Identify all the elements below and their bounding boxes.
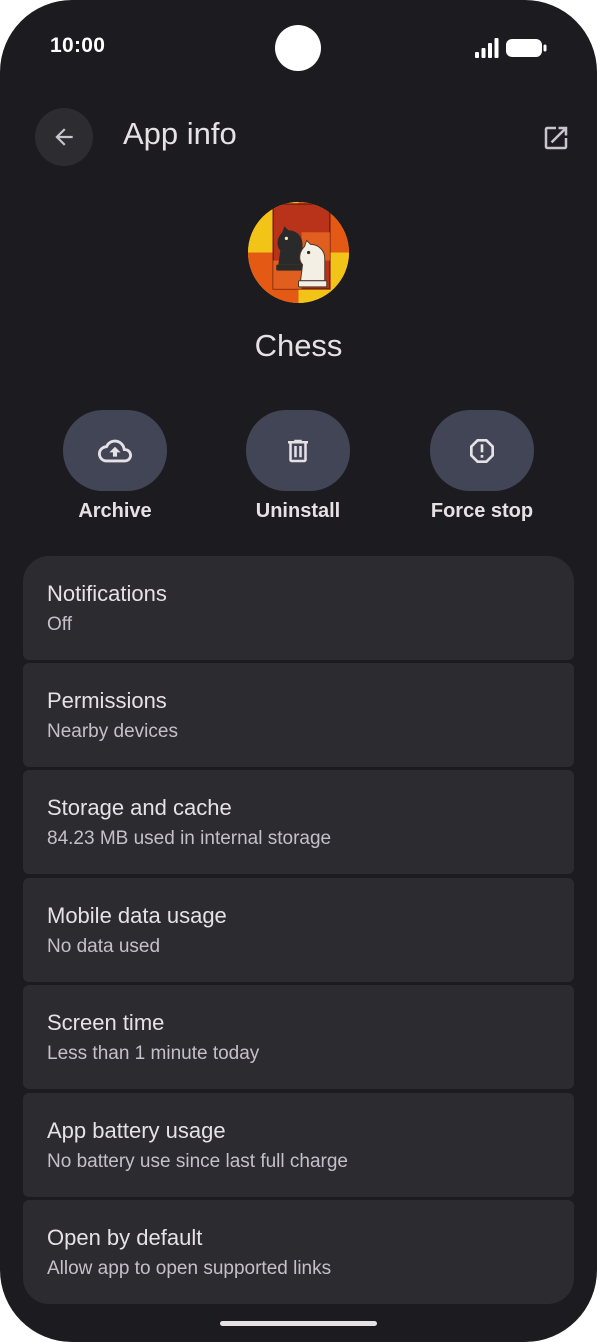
uninstall-button[interactable] xyxy=(246,410,350,491)
archive-button[interactable] xyxy=(63,410,167,491)
item-title: App battery usage xyxy=(47,1118,226,1143)
phone-screen: 10:00 App info Chess Archive Uninstall F… xyxy=(0,0,597,1342)
arrow-back-icon xyxy=(55,128,73,146)
settings-item-permissions[interactable]: Permissions Nearby devices xyxy=(23,663,574,767)
archive-action: Archive xyxy=(25,410,205,530)
cloud-upload-icon xyxy=(98,439,132,462)
trash-icon xyxy=(288,439,308,462)
camera-cutout xyxy=(275,25,321,71)
item-title: Open by default xyxy=(47,1225,203,1250)
item-subtitle: Allow app to open supported links xyxy=(47,1258,332,1279)
force-stop-action: Force stop xyxy=(392,410,572,530)
item-title: Screen time xyxy=(47,1010,165,1035)
back-button[interactable] xyxy=(35,108,93,166)
status-bar: 10:00 xyxy=(0,0,597,96)
settings-item-battery[interactable]: App battery usage No battery use since l… xyxy=(23,1093,574,1197)
archive-label: Archive xyxy=(78,500,152,522)
settings-item-notifications[interactable]: Notifications Off xyxy=(23,556,574,660)
stop-octagon-icon xyxy=(470,438,494,463)
force-stop-button[interactable] xyxy=(430,410,534,491)
item-title: Mobile data usage xyxy=(47,903,227,928)
item-subtitle: Off xyxy=(47,614,72,635)
open-in-new-icon xyxy=(544,126,568,150)
top-app-bar: App info xyxy=(0,100,597,172)
item-subtitle: 84.23 MB used in internal storage xyxy=(47,828,332,849)
item-title: Permissions xyxy=(47,688,167,713)
uninstall-action: Uninstall xyxy=(208,410,388,530)
status-time: 10:00 xyxy=(50,34,106,57)
settings-item-storage[interactable]: Storage and cache 84.23 MB used in inter… xyxy=(23,770,574,874)
app-name: Chess xyxy=(254,328,343,363)
open-app-button[interactable] xyxy=(536,118,576,158)
item-title: Storage and cache xyxy=(47,795,232,820)
page-title: App info xyxy=(123,116,237,151)
item-subtitle: Less than 1 minute today xyxy=(47,1043,260,1064)
settings-item-mobile-data[interactable]: Mobile data usage No data used xyxy=(23,878,574,982)
item-subtitle: No battery use since last full charge xyxy=(47,1151,348,1172)
home-indicator[interactable] xyxy=(220,1321,377,1326)
item-subtitle: No data used xyxy=(47,936,161,957)
uninstall-label: Uninstall xyxy=(255,500,341,522)
settings-item-open-by-default[interactable]: Open by default Allow app to open suppor… xyxy=(23,1200,574,1304)
item-subtitle: Nearby devices xyxy=(47,721,178,742)
force-stop-label: Force stop xyxy=(430,500,534,522)
settings-item-screen-time[interactable]: Screen time Less than 1 minute today xyxy=(23,985,574,1089)
battery-icon xyxy=(506,39,547,57)
chess-knight-app-icon xyxy=(248,202,349,303)
signal-icon xyxy=(475,38,499,58)
item-title: Notifications xyxy=(47,581,167,606)
